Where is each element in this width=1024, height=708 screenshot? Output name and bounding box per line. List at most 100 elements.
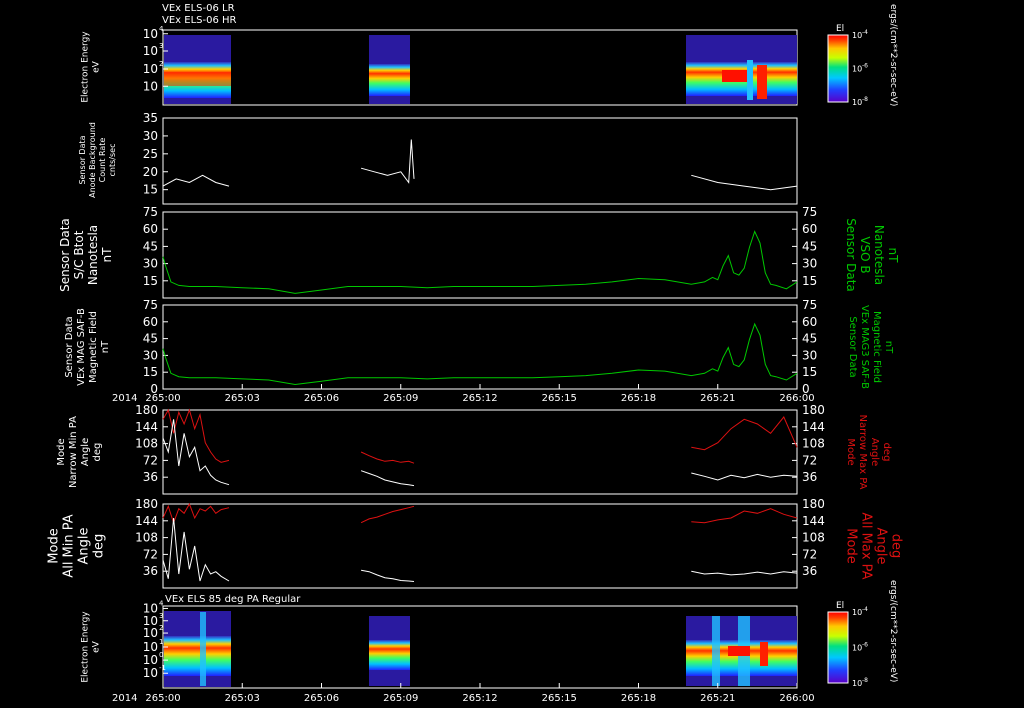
pa-narrow-max-line-1 — [360, 451, 415, 464]
spec1-cbar-tick-1: 10 — [852, 65, 862, 74]
pa_all-right-title-0: Mode — [844, 528, 859, 563]
spec2-cbar-exp-1: -6 — [862, 642, 868, 649]
pa-all-min-line-1 — [361, 569, 415, 582]
pa_narrow-right-title-0: Mode — [845, 438, 856, 465]
mag-title-1: VEx MAG SAF-B — [76, 308, 87, 386]
bmag-ylabel-tick-0: 75 — [143, 205, 158, 219]
bg-line-seg-1 — [360, 139, 415, 184]
bmag-right-title-0: Sensor Data — [844, 218, 858, 292]
mag-ylabel-tick-4: 15 — [143, 365, 158, 379]
mag-line — [162, 322, 798, 386]
pa-narrow-max-line-2 — [691, 416, 798, 451]
pa_narrow-title-1: Narrow Min PA — [68, 416, 79, 488]
bmag-ylabel-tick-3: 30 — [143, 257, 158, 271]
spec2-title: VEx ELS 85 deg PA Regular — [165, 594, 301, 605]
bmag-frame — [162, 211, 798, 299]
spec1-image — [164, 35, 797, 104]
spec2-cbar-tick-2: 10 — [852, 679, 862, 688]
pa_all-ylabel-tick-3: 72 — [143, 547, 158, 561]
time-label-bottom-1: 265:03 — [225, 693, 260, 704]
spec1-ylabel-tick-1: 10 — [143, 44, 158, 58]
pa-all-frame — [162, 503, 798, 589]
spec2-ylabel-tick-4: 10 — [143, 653, 158, 667]
pa_narrow-ylabel-tick-1: 144 — [135, 420, 158, 434]
pa_narrow-ylabel-tick-0: 180 — [135, 403, 158, 417]
pa_all-rlabel-tick-0: 180 — [802, 497, 825, 511]
pa_narrow-ylabel-tick-3: 72 — [143, 453, 158, 467]
pa_all-ylabel-tick-0: 180 — [135, 497, 158, 511]
spec2-ylabel-tick-2: 10 — [143, 626, 158, 640]
bmag-rlabel-tick-2: 45 — [802, 239, 817, 253]
mag-rlabel-tick-3: 30 — [802, 348, 817, 362]
spec2-ylabel-exp-5: -1 — [159, 664, 166, 672]
bmag-title-2: Nanotesla — [86, 225, 100, 285]
bg-title-0: Sensor Data — [78, 135, 87, 184]
time-label-bottom-3: 265:09 — [383, 693, 418, 704]
bg-frame — [162, 117, 798, 205]
bg-ylabel-tick-1: 30 — [143, 129, 158, 143]
mag-title-0: Sensor Data — [64, 316, 75, 377]
time-label-mid-1: 265:03 — [225, 393, 260, 404]
spec2-cbar-tick-0: 10 — [852, 608, 862, 617]
time-label-mid-6: 265:18 — [621, 393, 656, 404]
pa_narrow-rlabel-tick-4: 36 — [802, 470, 817, 484]
multi-panel-plot: VEx ELS-06 LR VEx ELS-06 HR El El ergs/(… — [47, 3, 904, 704]
pa_narrow-rlabel-tick-2: 108 — [802, 437, 825, 451]
mag-title-3: nT — [100, 340, 111, 353]
bmag-rlabel-tick-1: 60 — [802, 222, 817, 236]
spec2-ylabel-tick-3: 10 — [143, 640, 158, 654]
pa_all-ylabel-tick-2: 108 — [135, 531, 158, 545]
mag-ylabel-tick-5: 0 — [150, 382, 158, 396]
spec1-colorbar: El — [827, 24, 849, 103]
spec2-cbar-exp-2: -8 — [862, 677, 868, 684]
bmag-rlabel-tick-0: 75 — [802, 205, 817, 219]
mag-ylabel-tick-2: 45 — [143, 332, 158, 346]
time-label-bottom-8: 266:00 — [779, 693, 814, 704]
bmag-title-0: Sensor Data — [58, 218, 72, 292]
pa-all-max-line-2 — [691, 508, 798, 524]
bmag-right-title-3: nT — [886, 248, 900, 264]
pa_narrow-right-title-2: Angle — [869, 438, 880, 466]
mag-rlabel-tick-1: 60 — [802, 315, 817, 329]
spec1-ylabel-tick-0: 10 — [143, 27, 158, 41]
pa_all-ylabel-tick-4: 36 — [143, 564, 158, 578]
time-label-bottom-4: 265:12 — [462, 693, 497, 704]
bg-title-3: cnts/sec — [108, 144, 117, 177]
spec1-cbar-exp-1: -6 — [862, 63, 868, 70]
mag-rlabel-tick-2: 45 — [802, 332, 817, 346]
right-unit-label-top: ergs/(cm**2-sr-sec-eV) — [888, 4, 898, 106]
bg-ylabel-tick-4: 15 — [143, 183, 158, 197]
spec1-ylabel-tick-2: 10 — [143, 62, 158, 76]
mag-ylabel-tick-0: 75 — [143, 298, 158, 312]
bg-line-seg-0 — [162, 174, 230, 187]
bg-title-2: Count Rate — [98, 138, 107, 183]
bg-ylabel-tick-2: 25 — [143, 147, 158, 161]
mag-frame — [162, 304, 798, 390]
time-label-bottom-0: 265:00 — [145, 693, 180, 704]
mag-right-title-1: VEx MAG3 SAF-B — [859, 305, 870, 389]
pa_all-right-title-2: Angle — [874, 528, 889, 565]
mag-rlabel-tick-4: 15 — [802, 365, 817, 379]
right-unit-label-bottom: ergs/(cm**2-sr-sec-eV) — [888, 580, 898, 682]
pa_narrow-rlabel-tick-0: 180 — [802, 403, 825, 417]
mag-ylabel-tick-1: 60 — [143, 315, 158, 329]
pa_all-rlabel-tick-3: 72 — [802, 547, 817, 561]
mag-rlabel-tick-5: 0 — [802, 382, 810, 396]
pa_narrow-right-title-1: Narrow Max PA — [857, 415, 868, 490]
pa-narrow-frame — [162, 409, 798, 495]
pa_all-title-2: Angle — [77, 528, 92, 565]
spec2-ylabel-exp-0: 4 — [159, 599, 164, 607]
cbar2-title: El — [836, 601, 844, 611]
spec2-ylabel-tick-5: 10 — [143, 666, 158, 680]
pa_narrow-title-3: deg — [92, 443, 103, 462]
spec1-ylabel-exp-2: 2 — [159, 60, 163, 68]
spec2-cbar-exp-0: -4 — [862, 606, 868, 613]
spec2-title-1: eV — [92, 640, 102, 653]
mag-ylabel-tick-3: 30 — [143, 348, 158, 362]
bmag-rlabel-tick-3: 30 — [802, 257, 817, 271]
spec1-cbar-tick-2: 10 — [852, 98, 862, 107]
pa_all-title-0: Mode — [47, 528, 62, 563]
bmag-ylabel-tick-2: 45 — [143, 239, 158, 253]
pa_all-rlabel-tick-2: 108 — [802, 531, 825, 545]
mag-right-title-0: Sensor Data — [847, 316, 858, 377]
